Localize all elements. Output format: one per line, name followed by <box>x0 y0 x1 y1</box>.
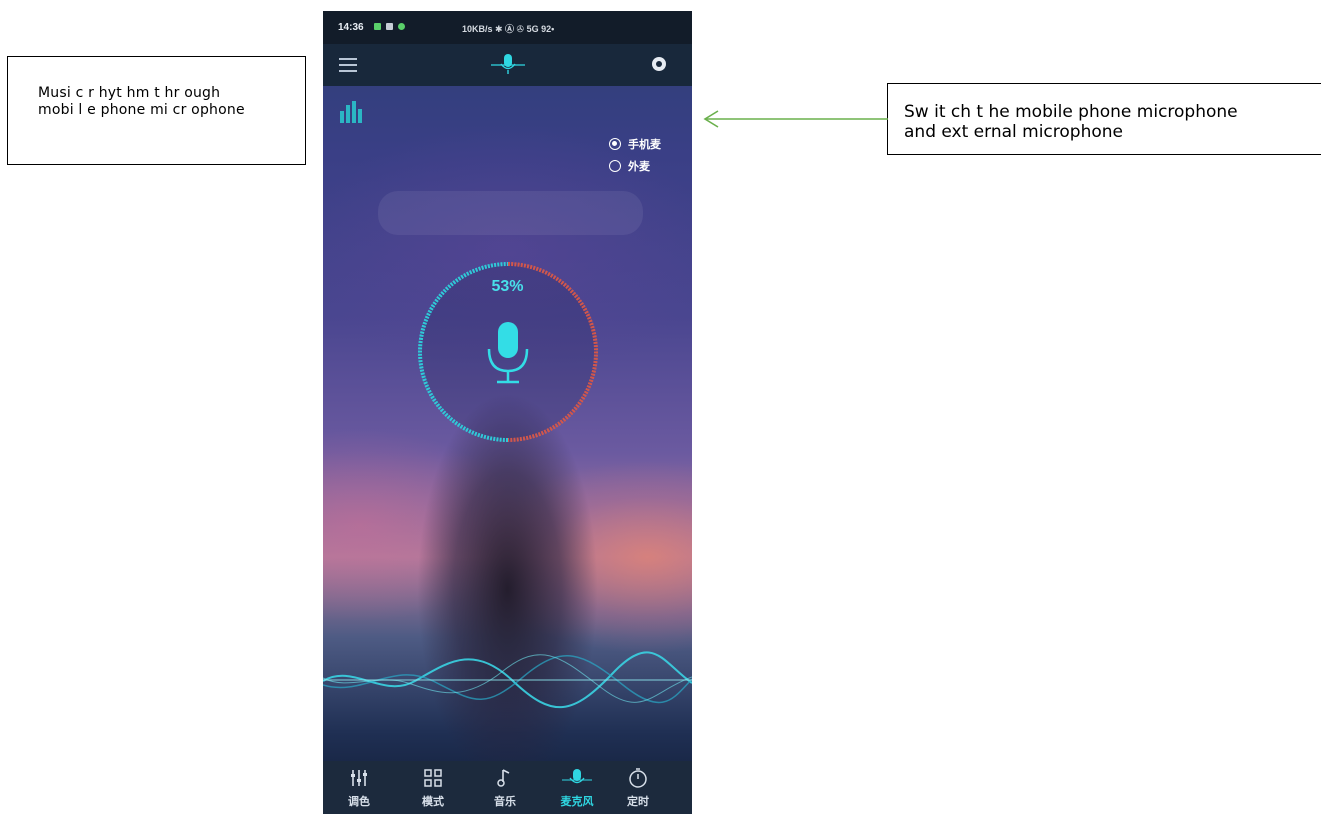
radio-button[interactable] <box>609 160 621 172</box>
tab-label: 音乐 <box>494 796 516 808</box>
status-bar: 14:36 10KB/s ✱ Ⓐ ✇ 5G 92• <box>323 11 692 44</box>
grid-icon <box>403 767 463 789</box>
status-time: 14:36 <box>338 22 364 33</box>
radio-button[interactable] <box>609 138 621 150</box>
equalizer-icon[interactable] <box>340 101 364 123</box>
annotation-text-line-2: and ext ernal microphone <box>904 122 1123 142</box>
annotation-box-music-rhythm: Musi c r hyt hm t hr ough mobi l e phone… <box>7 56 306 165</box>
microphone-source-selector: 手机麦 外麦 <box>609 135 661 179</box>
source-option-phone-mic[interactable]: 手机麦 <box>609 135 661 153</box>
sensitivity-percent: 53% <box>491 278 524 295</box>
source-option-external-mic[interactable]: 外麦 <box>609 157 661 175</box>
annotation-text-line-1: Sw it ch t he mobile phone microphone <box>904 102 1238 122</box>
tab-label: 调色 <box>348 796 370 808</box>
tab-label: 麦克风 <box>560 796 594 808</box>
tab-timer[interactable]: 定时 <box>608 767 668 809</box>
audio-waveform <box>323 651 692 708</box>
tab-music[interactable]: 音乐 <box>475 767 535 809</box>
tab-label: 定时 <box>627 796 649 808</box>
phone-screen: 14:36 10KB/s ✱ Ⓐ ✇ 5G 92• 手机麦 外麦 53% 调色 … <box>323 11 692 814</box>
timer-icon <box>608 767 668 789</box>
source-option-label: 手机麦 <box>628 139 661 151</box>
tab-color[interactable]: 调色 <box>329 767 389 809</box>
tab-label: 模式 <box>422 796 444 808</box>
annotation-box-switch-microphone: Sw it ch t he mobile phone microphone an… <box>887 83 1321 155</box>
status-app-icon <box>386 23 393 30</box>
music-note-icon <box>475 767 535 789</box>
tab-microphone[interactable]: 麦克风 <box>547 767 607 809</box>
status-app-icon <box>374 23 381 30</box>
microphone-wave-icon <box>547 767 607 789</box>
tab-mode[interactable]: 模式 <box>403 767 463 809</box>
app-header <box>323 44 692 86</box>
source-option-label: 外麦 <box>628 161 650 173</box>
annotation-text-line-1: Musi c r hyt hm t hr ough <box>38 85 221 101</box>
bottom-navigation: 调色 模式 音乐 麦克风 定时 <box>323 761 692 814</box>
annotation-arrow <box>703 110 888 128</box>
status-network-info: 10KB/s ✱ Ⓐ ✇ 5G 92• <box>462 24 555 34</box>
annotation-text-line-2: mobi l e phone mi cr ophone <box>38 102 245 118</box>
microphone-wave-logo-icon <box>491 54 525 74</box>
status-app-icon <box>398 23 405 30</box>
menu-icon[interactable] <box>339 58 357 72</box>
gear-icon[interactable] <box>652 57 666 71</box>
background-haze <box>378 191 643 235</box>
sliders-icon <box>329 767 389 789</box>
